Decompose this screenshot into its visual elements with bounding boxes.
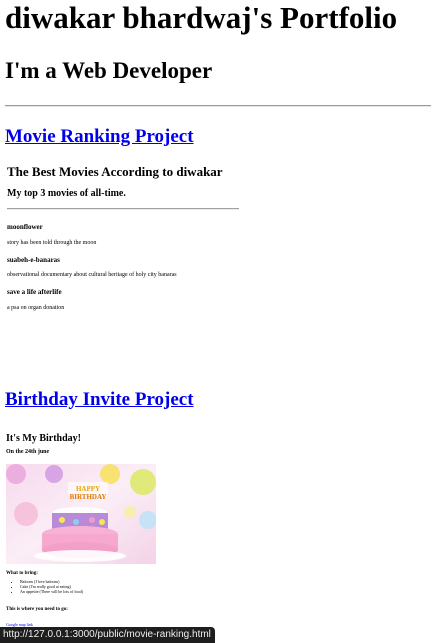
birthday-title: It's My Birthday! [6, 433, 81, 444]
movie-description: story has been told through the moon [7, 240, 97, 246]
movie-page-title: The Best Movies According to diwakar [7, 164, 223, 179]
divider [5, 105, 431, 107]
movie-description: a psa on organ donation [7, 305, 65, 311]
list-item: An appetite (There will be lots of food) [20, 589, 83, 594]
page-title: diwakar bhardwaj's Portfolio [5, 0, 398, 35]
bring-list: Baloons (I love baloons) Cake (I'm reall… [6, 579, 83, 594]
birthday-cake-image: HAPPY BIRTHDAY [6, 464, 156, 564]
movie-ranking-embed: The Best Movies According to diwakar My … [5, 164, 305, 354]
movie-ranking-project-link[interactable]: Movie Ranking Project [5, 126, 194, 148]
birthday-invite-project-link[interactable]: Birthday Invite Project [5, 389, 194, 411]
movie-description: observational documentary about cultural… [7, 272, 177, 278]
svg-text:BIRTHDAY: BIRTHDAY [70, 493, 107, 501]
birthday-date: On the 24th june [6, 449, 50, 455]
birthday-invite-embed: It's My Birthday! On the 24th june HAPPY… [5, 433, 305, 627]
movie-title: save a life afterlife [7, 288, 62, 296]
what-to-bring-heading: What to bring: [6, 571, 38, 576]
page-subtitle: I'm a Web Developer [5, 58, 213, 83]
movie-title: moonflower [7, 223, 43, 231]
svg-text:HAPPY: HAPPY [76, 485, 100, 493]
location-heading: This is where you need to go: [6, 607, 68, 612]
status-bar-url: http://127.0.0.1:3000/public/movie-ranki… [0, 627, 215, 643]
movie-title: suabeh-e-banaras [7, 256, 60, 264]
movie-divider [7, 208, 239, 210]
movie-page-subtitle: My top 3 movies of all-time. [7, 188, 126, 199]
